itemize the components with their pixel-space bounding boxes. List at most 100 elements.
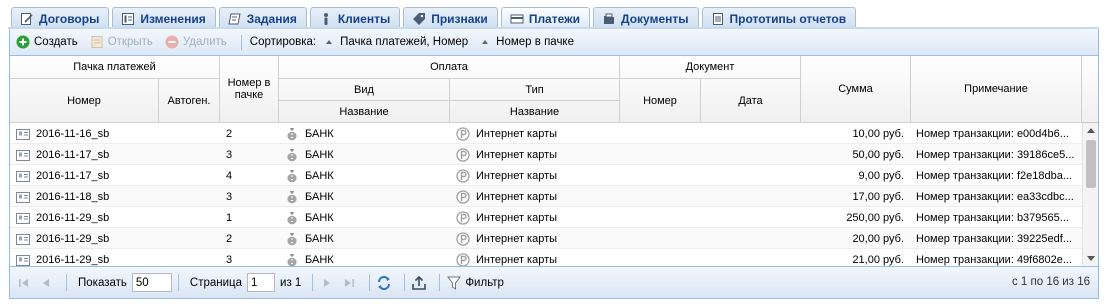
tab-payments[interactable]: Платежи [500, 7, 591, 30]
cell-kind-text: БАНК [305, 253, 334, 266]
header-pack-autogen[interactable]: Автоген. [159, 79, 220, 123]
tab-tasks[interactable]: Задания [218, 7, 307, 29]
page-size-input[interactable] [131, 273, 172, 292]
create-button[interactable]: Создать [16, 35, 78, 49]
filter-icon[interactable] [446, 275, 462, 291]
internet-card-icon [456, 252, 470, 266]
scroll-up-icon[interactable] [1087, 128, 1095, 133]
table-row[interactable]: 2016-11-17_sb 3 БАНК Интернет карты 50,00 ру… [10, 144, 1082, 165]
cell-pack-number: 2016-11-29_sb [10, 207, 159, 228]
table-row[interactable]: 2016-11-17_sb 4 БАНК Интернет карты 9,00 руб… [10, 165, 1082, 186]
cell-amount: 10,00 руб. [801, 123, 911, 144]
person-icon [319, 12, 333, 26]
cell-doc-date [701, 186, 801, 207]
header-amount[interactable]: Сумма [801, 56, 911, 123]
table-row[interactable]: 2016-11-16_sb 2 БАНК Интернет карты 10,00 ру… [10, 123, 1082, 144]
delete-icon [165, 35, 179, 49]
export-icon[interactable] [411, 275, 427, 291]
sort-by-number-in-pack[interactable]: Номер в пачке [482, 36, 574, 48]
cell-note-text: Номер транзакции: b379565... [916, 211, 1069, 224]
vertical-scrollbar[interactable] [1082, 123, 1098, 266]
table-row[interactable]: 2016-11-18_sb 3 БАНК Интернет карты 17,00 ру… [10, 186, 1082, 207]
cell-note-text: Номер транзакции: 39225edf... [916, 232, 1072, 245]
pack-icon [16, 128, 30, 140]
cell-kind-text: БАНК [305, 127, 334, 140]
cell-number-in-pack-text: 3 [226, 148, 233, 161]
header-kind-name[interactable]: Название [279, 101, 450, 123]
first-page-icon[interactable] [16, 275, 32, 291]
cell-type-text: Интернет карты [476, 148, 558, 161]
cell-amount-text: 50,00 руб. [852, 148, 904, 161]
tab-contracts[interactable]: Договоры [11, 7, 110, 29]
cell-amount: 20,00 руб. [801, 228, 911, 249]
pager-separator [369, 274, 371, 291]
cell-doc-number [620, 144, 701, 165]
cell-autogen [159, 144, 220, 165]
cell-type: Интернет карты [450, 144, 620, 165]
cell-autogen [159, 123, 220, 144]
open-button[interactable]: Открыть [90, 35, 153, 49]
header-type-name[interactable]: Название [450, 101, 620, 123]
cell-note: Номер транзакции: b379565... [911, 207, 1082, 228]
table-row[interactable]: 2016-11-29_sb 1 БАНК Интернет карты 250,00 р… [10, 207, 1082, 228]
page-number-input[interactable] [247, 273, 276, 292]
contract-icon [20, 12, 34, 26]
tab-report-prototypes[interactable]: Прототипы отчетов [701, 7, 857, 29]
filter-button[interactable]: Фильтр [465, 277, 504, 289]
report-icon [711, 12, 725, 26]
table-row[interactable]: 2016-11-29_sb 3 БАНК Интернет карты 21,00 ру… [10, 249, 1082, 266]
scroll-thumb[interactable] [1086, 140, 1096, 188]
cell-pack-number-text: 2016-11-17_sb [36, 148, 110, 161]
cell-amount-text: 20,00 руб. [852, 232, 904, 245]
tab-label: Документы [621, 11, 689, 26]
create-label: Создать [34, 36, 78, 48]
header-pack-number[interactable]: Номер [10, 79, 159, 123]
cell-amount: 250,00 руб. [801, 207, 911, 228]
header-doc-number[interactable]: Номер [620, 79, 701, 123]
tab-bar: Договоры Изменения Задания Клиенты Призн… [0, 0, 1108, 30]
cell-pack-number-text: 2016-11-17_sb [36, 169, 110, 182]
next-page-icon[interactable] [319, 275, 335, 291]
sort-label: Сортировка: [249, 36, 317, 48]
header-note[interactable]: Примечание [911, 56, 1082, 123]
tab-changes[interactable]: Изменения [112, 7, 216, 29]
scroll-down-icon[interactable] [1087, 256, 1095, 261]
paging-summary: с 1 по 16 из 16 [1011, 276, 1090, 288]
cell-amount: 9,00 руб. [801, 165, 911, 186]
cell-kind: БАНК [279, 144, 450, 165]
delete-button[interactable]: Удалить [165, 35, 227, 49]
delete-label: Удалить [182, 36, 227, 48]
toolbar: Создать Открыть Удалить Сортировка: Пачк… [9, 29, 1099, 56]
tab-label: Изменения [140, 11, 206, 26]
tab-label: Признаки [431, 11, 488, 26]
sort-by-pack-number[interactable]: Пачка платежей, Номер [326, 36, 468, 48]
cell-pack-number-text: 2016-11-18_sb [36, 190, 110, 203]
pack-icon [16, 191, 30, 203]
table-row[interactable]: 2016-11-29_sb 2 БАНК Интернет карты 20,00 ру… [10, 228, 1082, 249]
open-label: Открыть [107, 36, 153, 48]
payments-window: Договоры Изменения Задания Клиенты Призн… [0, 0, 1108, 305]
cell-kind-text: БАНК [305, 148, 334, 161]
cell-type: Интернет карты [450, 186, 620, 207]
cell-note: Номер транзакции: 49f6802e... [911, 249, 1082, 266]
grid-header: Пачка платежей Номер Автоген. Номер в па… [10, 56, 1098, 123]
prev-page-icon[interactable] [38, 275, 54, 291]
pack-icon [16, 170, 30, 182]
header-number-in-pack[interactable]: Номер в пачке [220, 56, 279, 123]
last-page-icon[interactable] [341, 275, 357, 291]
tab-documents[interactable]: Документы [593, 7, 699, 29]
header-doc-date[interactable]: Дата [701, 79, 801, 123]
cell-doc-number [620, 165, 701, 186]
tab-label: Платежи [528, 12, 581, 26]
pager-separator [439, 274, 441, 291]
cell-autogen [159, 207, 220, 228]
header-kind: Вид [279, 79, 450, 101]
cell-kind: БАНК [279, 123, 450, 144]
tab-attributes[interactable]: Признаки [403, 7, 498, 29]
cell-type: Интернет карты [450, 123, 620, 144]
cell-pack-number: 2016-11-17_sb [10, 144, 159, 165]
page-count-label: из 1 [280, 276, 302, 289]
refresh-icon[interactable] [376, 275, 392, 291]
cell-kind-text: БАНК [305, 169, 334, 182]
tab-clients[interactable]: Клиенты [309, 7, 401, 29]
